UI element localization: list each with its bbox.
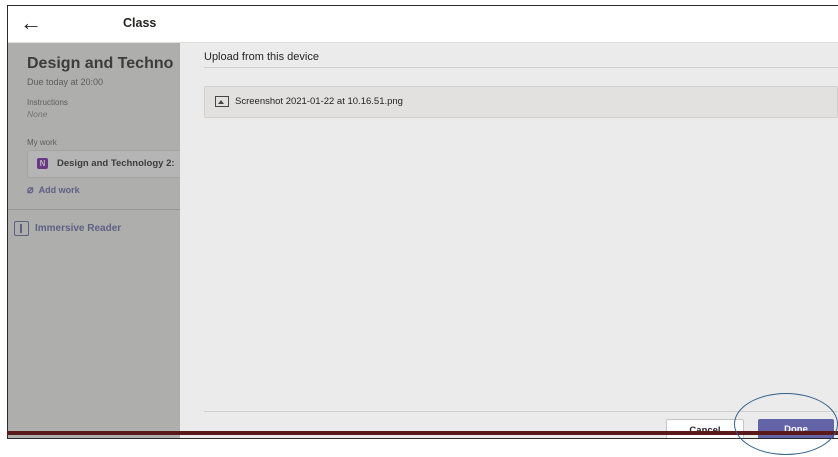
divider [204, 67, 838, 68]
window-bottom-edge [7, 431, 838, 435]
app-window: ← Class Design and Techno Due today at 2… [7, 5, 838, 439]
dialog-heading: Upload from this device [204, 51, 319, 63]
top-bar: ← Class [8, 6, 838, 43]
image-file-icon [215, 96, 229, 107]
back-arrow-icon[interactable]: ← [20, 10, 42, 36]
page-title: Class [123, 16, 157, 30]
highlight-annotation [734, 393, 838, 455]
cancel-button[interactable]: Cancel [666, 419, 744, 438]
upload-dialog: Upload from this device Screenshot 2021-… [180, 43, 838, 438]
file-name: Screenshot 2021-01-22 at 10.16.51.png [235, 96, 403, 107]
modal-overlay [8, 43, 180, 438]
file-list-item[interactable]: Screenshot 2021-01-22 at 10.16.51.png [204, 86, 838, 118]
